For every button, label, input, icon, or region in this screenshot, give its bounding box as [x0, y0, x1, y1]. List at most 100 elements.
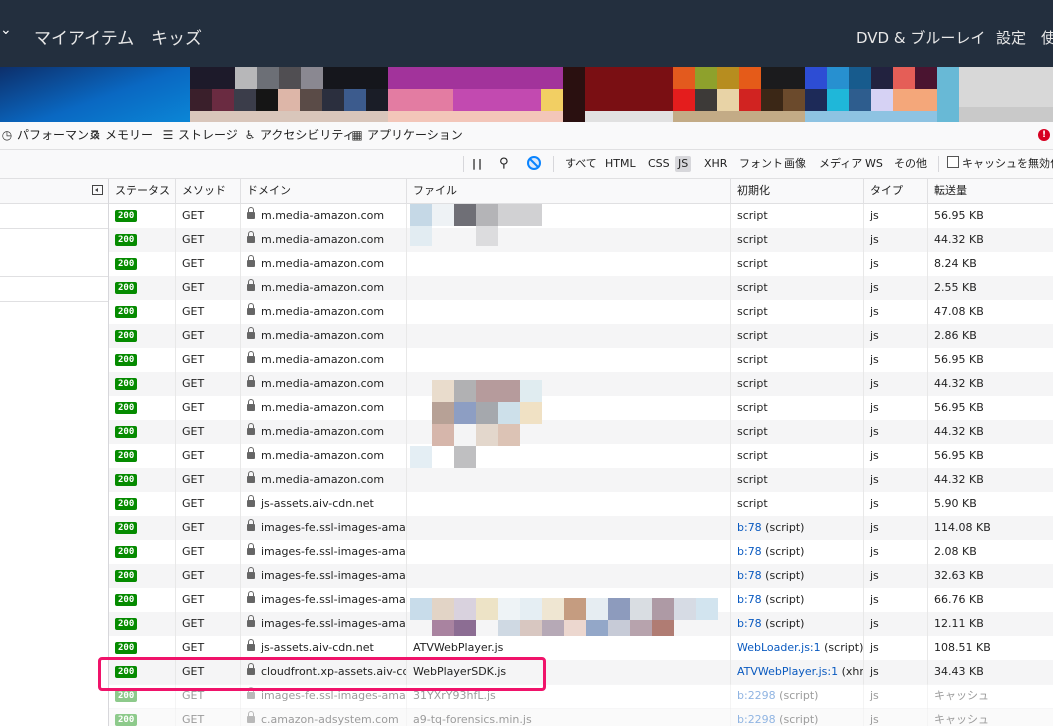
table-row[interactable]: 200 GET m.media-amazon.com script js 44.32 KB: [109, 468, 1053, 493]
tab-performance[interactable]: ◷ パフォーマンス: [0, 122, 101, 149]
table-row[interactable]: 200 GET c.amazon-adsystem.com a9-tq-forensi…: [109, 708, 1053, 726]
filter-images[interactable]: 画像: [784, 150, 806, 178]
filter-css[interactable]: CSS: [648, 150, 670, 178]
domain-text: images-fe.ssl-images-amaz...: [261, 617, 406, 630]
initiator-link[interactable]: b:2298: [737, 689, 776, 702]
search-icon[interactable]: ⚲: [499, 150, 509, 178]
domain-cell: m.media-amazon.com: [240, 396, 406, 420]
column-type[interactable]: タイプ: [863, 179, 927, 203]
filter-all[interactable]: すべて: [565, 150, 597, 178]
error-icon[interactable]: !: [1038, 129, 1050, 141]
domain-cell: m.media-amazon.com: [240, 324, 406, 348]
table-row[interactable]: 200 GET images-fe.ssl-images-amaz... b:78 (…: [109, 564, 1053, 589]
initiator-link[interactable]: ATVWebPlayer.js:1: [737, 665, 838, 678]
method-cell: GET: [175, 612, 240, 636]
initiator-link[interactable]: b:2298: [737, 713, 776, 726]
filter-html[interactable]: HTML: [605, 150, 636, 178]
column-domain[interactable]: ドメイン: [240, 179, 406, 203]
initiator-link[interactable]: b:78: [737, 545, 762, 558]
column-file[interactable]: ファイル: [406, 179, 730, 203]
status-cell: 200: [109, 324, 175, 348]
column-initiator[interactable]: 初期化: [730, 179, 863, 203]
chevron-down-icon[interactable]: ⌄: [0, 22, 12, 38]
table-row[interactable]: 200 GET m.media-amazon.com script js 56.95 KB: [109, 348, 1053, 373]
table-row[interactable]: 200 GET js-assets.aiv-cdn.net script js 5.90 …: [109, 492, 1053, 517]
table-row[interactable]: 200 GET m.media-amazon.com script js 8.24 KB: [109, 252, 1053, 277]
table-row[interactable]: 200 GET m.media-amazon.com script js 56.95 KB: [109, 204, 1053, 229]
block-requests-icon[interactable]: [527, 156, 541, 170]
domain-cell: m.media-amazon.com: [240, 348, 406, 372]
status-cell: 200: [109, 228, 175, 252]
initiator-link[interactable]: b:78: [737, 593, 762, 606]
filter-fonts[interactable]: フォント: [739, 150, 783, 178]
filter-media[interactable]: メディア: [819, 150, 862, 178]
table-row[interactable]: 200 GET m.media-amazon.com script js 56.95 KB: [109, 396, 1053, 421]
filter-xhr[interactable]: XHR: [704, 150, 727, 178]
type-cell: js: [863, 420, 927, 444]
column-transferred[interactable]: 転送量: [927, 179, 1053, 203]
table-row[interactable]: 200 GET m.media-amazon.com script js 56.95 KB: [109, 444, 1053, 469]
table-row[interactable]: 200 GET m.media-amazon.com script js 44.32 KB: [109, 228, 1053, 253]
table-row[interactable]: 200 GET m.media-amazon.com script js 44.32 KB: [109, 372, 1053, 397]
nav-my-items[interactable]: マイアイテム: [34, 24, 134, 49]
pixelated-banner: [0, 67, 1053, 122]
method-cell: GET: [175, 252, 240, 276]
column-method[interactable]: メソッド: [175, 179, 240, 203]
domain-text: m.media-amazon.com: [261, 329, 385, 342]
nav-settings[interactable]: 設定: [996, 27, 1026, 48]
pause-icon[interactable]: ||: [472, 150, 484, 178]
status-badge: 200: [115, 330, 138, 342]
file-cell: [406, 324, 730, 348]
column-status[interactable]: ステータス: [109, 179, 175, 203]
nav-dvd-bluray[interactable]: DVD & ブルーレイ: [856, 27, 985, 48]
tab-storage-label: ストレージ: [178, 128, 238, 142]
file-cell: [406, 228, 730, 252]
toggle-sidebar-icon[interactable]: [92, 185, 103, 195]
lock-icon: [247, 327, 255, 339]
status-badge: 200: [115, 498, 138, 510]
domain-cell: m.media-amazon.com: [240, 444, 406, 468]
initiator-cell: script: [730, 300, 863, 324]
status-cell: 200: [109, 300, 175, 324]
table-row[interactable]: 200 GET m.media-amazon.com script js 2.86 KB: [109, 324, 1053, 349]
nav-kids[interactable]: キッズ: [151, 24, 202, 49]
lock-icon: [247, 687, 255, 699]
domain-cell: images-fe.ssl-images-amaz...: [240, 564, 406, 588]
domain-text: m.media-amazon.com: [261, 377, 385, 390]
filter-other[interactable]: その他: [894, 150, 927, 178]
memory-icon: ⚙: [89, 128, 101, 142]
table-row[interactable]: 200 GET m.media-amazon.com script js 47.08 KB: [109, 300, 1053, 325]
tab-memory[interactable]: ⚙ メモリー: [88, 122, 153, 149]
initiator-link[interactable]: b:78: [737, 569, 762, 582]
filter-js[interactable]: JS: [675, 156, 692, 172]
tab-accessibility[interactable]: ♿ アクセシビリティ: [243, 122, 355, 149]
type-cell: js: [863, 252, 927, 276]
initiator-cell: script: [730, 252, 863, 276]
table-row[interactable]: 200 GET images-fe.ssl-images-amaz... b:78 (…: [109, 540, 1053, 565]
initiator-cell: b:78 (script): [730, 540, 863, 564]
table-row[interactable]: 200 GET m.media-amazon.com script js 44.32 KB: [109, 420, 1053, 445]
initiator-link[interactable]: b:78: [737, 521, 762, 534]
status-badge: 200: [115, 378, 138, 390]
disable-cache-checkbox[interactable]: [947, 156, 959, 168]
status-cell: 200: [109, 204, 175, 228]
nav-cut-item[interactable]: 使: [1041, 27, 1053, 48]
table-row[interactable]: 200 GET images-fe.ssl-images-amaz... b:78 (…: [109, 516, 1053, 541]
initiator-cell: script: [730, 492, 863, 516]
status-badge: 200: [115, 594, 138, 606]
initiator-cell: ATVWebPlayer.js:1 (xhr): [730, 660, 863, 684]
transferred-cell: 2.08 KB: [927, 540, 1053, 564]
lock-icon: [247, 447, 255, 459]
type-cell: js: [863, 444, 927, 468]
filter-ws[interactable]: WS: [865, 150, 883, 178]
disable-cache-toggle[interactable]: キャッシュを無効化: [947, 150, 1053, 178]
initiator-link[interactable]: WebLoader.js:1: [737, 641, 821, 654]
tab-storage[interactable]: ☰ ストレージ: [161, 122, 238, 149]
transferred-cell: 47.08 KB: [927, 300, 1053, 324]
devtools-toolbar: ◷ パフォーマンス ⚙ メモリー ☰ ストレージ ♿ アクセシビリティ ▦ アプリケーショ…: [0, 122, 1053, 150]
tab-application[interactable]: ▦ アプリケーション: [350, 122, 462, 149]
type-cell: js: [863, 324, 927, 348]
transferred-cell: 34.43 KB: [927, 660, 1053, 684]
initiator-link[interactable]: b:78: [737, 617, 762, 630]
table-row[interactable]: 200 GET m.media-amazon.com script js 2.55 KB: [109, 276, 1053, 301]
